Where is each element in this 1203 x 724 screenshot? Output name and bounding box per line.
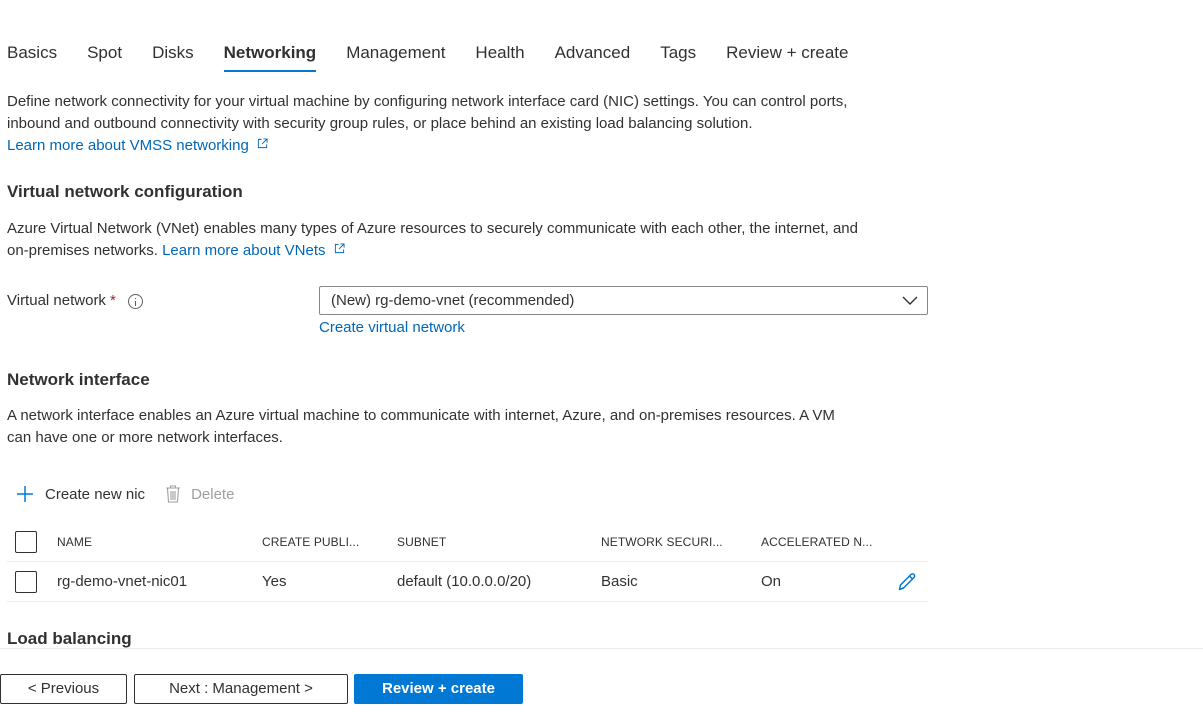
nic-public-ip: Yes	[262, 573, 287, 590]
vnet-desc-line-1: Azure Virtual Network (VNet) enables man…	[7, 220, 858, 237]
intro-line-2: inbound and outbound connectivity with s…	[7, 115, 753, 132]
vnet-description: Azure Virtual Network (VNet) enables man…	[7, 218, 858, 262]
plus-icon	[17, 486, 33, 502]
learn-more-vnets-link[interactable]: Learn more about VNets	[162, 242, 325, 259]
virtual-network-label: Virtual network *	[7, 290, 143, 312]
learn-more-vmss-networking-link[interactable]: Learn more about VMSS networking	[7, 137, 249, 154]
col-name[interactable]: NAME	[57, 522, 92, 561]
nic-description: A network interface enables an Azure vir…	[7, 405, 835, 449]
virtual-network-dropdown[interactable]: (New) rg-demo-vnet (recommended)	[319, 286, 928, 315]
tab-tags[interactable]: Tags	[660, 40, 696, 74]
create-new-nic-label: Create new nic	[45, 485, 146, 503]
required-asterisk: *	[109, 292, 116, 309]
info-icon[interactable]	[127, 293, 143, 309]
tab-review-create[interactable]: Review + create	[726, 40, 848, 74]
tab-spot[interactable]: Spot	[87, 40, 122, 74]
virtual-network-label-text: Virtual network	[7, 292, 106, 309]
nic-toolbar: Create new nic Delete	[15, 484, 254, 504]
col-create-public-ip[interactable]: CREATE PUBLI...	[262, 522, 359, 561]
tab-disks[interactable]: Disks	[152, 40, 194, 74]
tab-health[interactable]: Health	[475, 40, 524, 74]
tab-bar: Basics Spot Disks Networking Management …	[7, 40, 878, 74]
create-virtual-network-link[interactable]: Create virtual network	[319, 317, 465, 339]
grid-header-row: NAME CREATE PUBLI... SUBNET NETWORK SECU…	[7, 522, 928, 562]
edit-nic-button[interactable]	[897, 562, 918, 601]
review-create-button[interactable]: Review + create	[354, 674, 523, 704]
tab-networking[interactable]: Networking	[223, 40, 316, 74]
previous-button[interactable]: < Previous	[0, 674, 127, 704]
nic-grid: NAME CREATE PUBLI... SUBNET NETWORK SECU…	[7, 522, 928, 602]
nic-nsg: Basic	[601, 573, 638, 590]
chevron-down-icon	[902, 296, 918, 305]
col-subnet[interactable]: SUBNET	[397, 522, 446, 561]
nic-name: rg-demo-vnet-nic01	[57, 573, 188, 590]
load-balancing-heading: Load balancing	[7, 629, 132, 648]
footer-bar: < Previous Next : Management > Review + …	[0, 649, 1203, 724]
vnet-config-heading: Virtual network configuration	[7, 182, 243, 201]
delete-nic-button[interactable]: Delete	[165, 484, 234, 504]
nic-subnet: default (10.0.0.0/20)	[397, 573, 532, 590]
col-accelerated-networking[interactable]: ACCELERATED N...	[761, 522, 872, 561]
table-row[interactable]: rg-demo-vnet-nic01 Yes default (10.0.0.0…	[7, 562, 928, 602]
trash-icon	[166, 485, 181, 503]
col-network-security[interactable]: NETWORK SECURI...	[601, 522, 723, 561]
delete-label: Delete	[191, 485, 235, 503]
next-management-button[interactable]: Next : Management >	[134, 674, 348, 704]
tab-advanced[interactable]: Advanced	[555, 40, 631, 74]
tab-management[interactable]: Management	[346, 40, 445, 74]
external-link-icon	[257, 138, 268, 149]
virtual-network-selected-value: (New) rg-demo-vnet (recommended)	[331, 292, 575, 309]
nic-desc-line-1: A network interface enables an Azure vir…	[7, 407, 835, 424]
pencil-icon	[898, 573, 916, 591]
nic-desc-line-2: can have one or more network interfaces.	[7, 429, 283, 446]
tab-basics[interactable]: Basics	[7, 40, 57, 74]
nic-accelerated: On	[761, 573, 782, 590]
vnet-desc-line-2: on-premises networks.	[7, 242, 158, 259]
intro-line-1: Define network connectivity for your vir…	[7, 93, 848, 110]
row-checkbox[interactable]	[15, 570, 37, 593]
select-all-checkbox[interactable]	[15, 530, 37, 553]
create-new-nic-button[interactable]: Create new nic	[15, 484, 145, 504]
network-interface-heading: Network interface	[7, 370, 150, 389]
intro-description: Define network connectivity for your vir…	[7, 91, 847, 157]
external-link-icon	[334, 243, 345, 254]
